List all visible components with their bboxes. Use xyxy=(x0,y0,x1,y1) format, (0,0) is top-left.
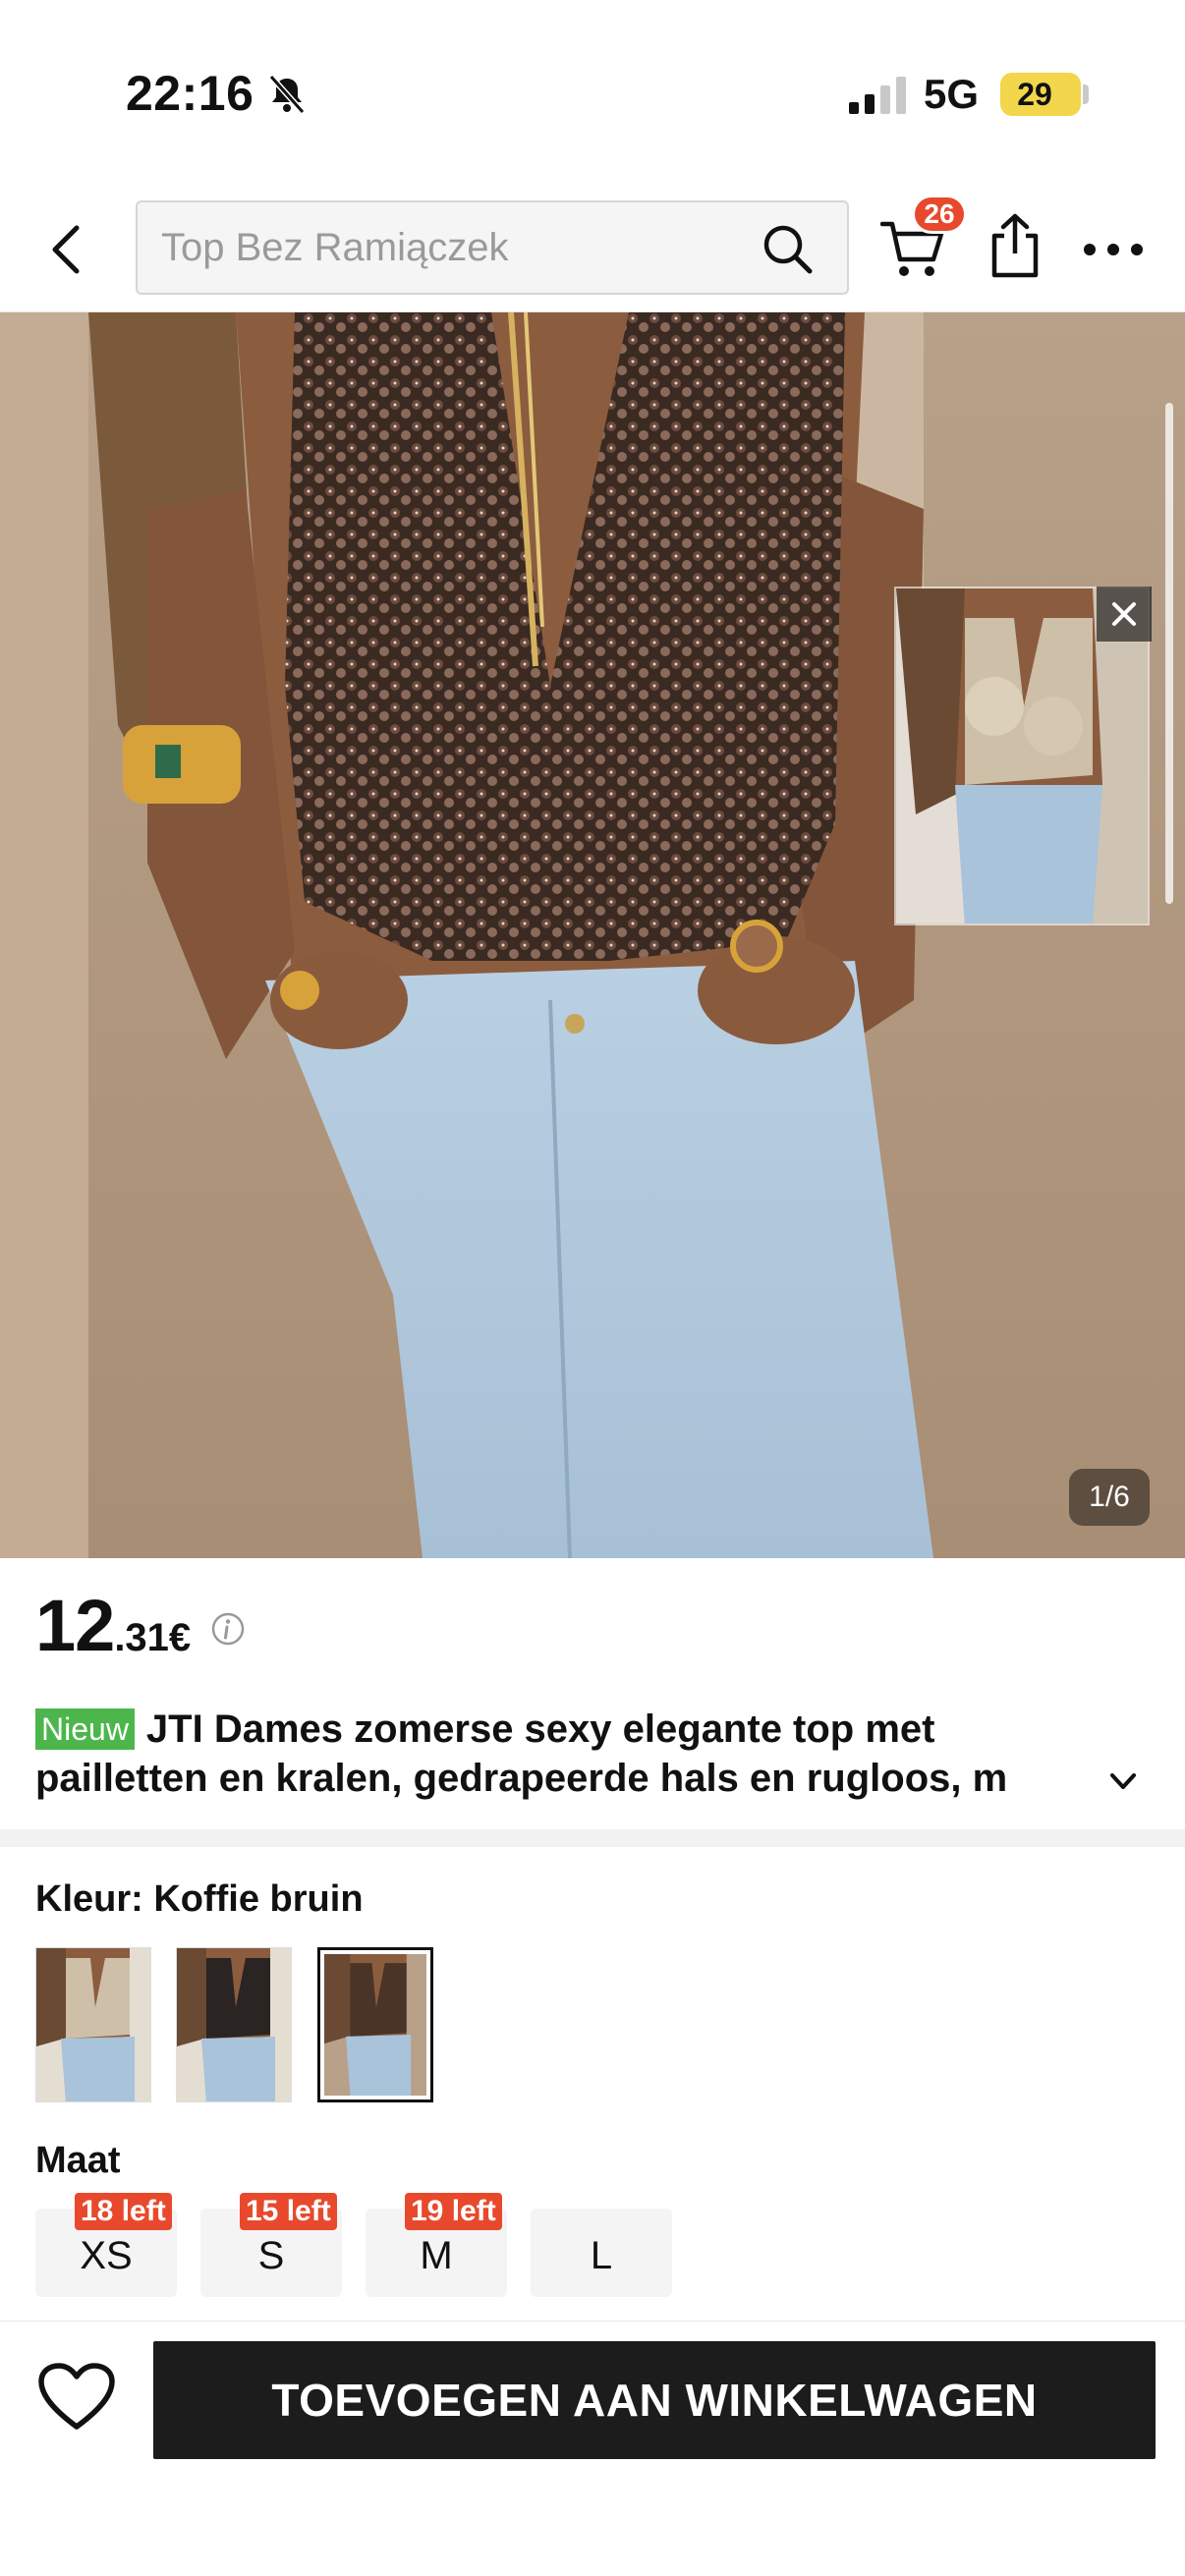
bell-slash-icon xyxy=(268,75,306,114)
size-label: Maat xyxy=(35,2140,121,2181)
status-time: 22:16 xyxy=(126,66,254,121)
chevron-down-icon[interactable] xyxy=(1104,1766,1142,1796)
search-icon[interactable] xyxy=(761,222,814,275)
colour-swatch-gold[interactable] xyxy=(35,1947,151,2102)
gallery-scrollbar xyxy=(1165,403,1173,904)
price: 12 .31€ xyxy=(35,1584,191,1667)
share-icon[interactable] xyxy=(987,212,1044,279)
info-icon[interactable] xyxy=(210,1611,246,1647)
new-badge: Nieuw xyxy=(35,1708,135,1750)
colour-swatch-coffee-brown[interactable] xyxy=(317,1947,433,2102)
battery-tip xyxy=(1083,84,1089,104)
more-icon[interactable] xyxy=(1081,238,1146,261)
add-to-cart-button[interactable]: TOEVOEGEN AAN WINKELWAGEN xyxy=(153,2341,1156,2459)
title-text-1: JTI Dames zomerse sexy elegante top met xyxy=(145,1708,935,1751)
colour-swatch-black[interactable] xyxy=(176,1947,292,2102)
product-image-gallery[interactable] xyxy=(0,312,1185,1558)
product-title[interactable]: Nieuw JTI Dames zomerse sexy elegante top… xyxy=(35,1705,1097,1803)
price-main: 12 xyxy=(35,1585,115,1666)
title-text-2: pailletten en kralen, gedrapeerde hals e… xyxy=(35,1757,1008,1800)
size-option-l[interactable]: L xyxy=(531,2209,672,2297)
cart-count-badge: 26 xyxy=(912,195,967,234)
stock-badge-xs: 18 left xyxy=(75,2193,172,2230)
network-type: 5G xyxy=(924,71,980,117)
section-divider xyxy=(0,1829,1185,1847)
heart-icon[interactable] xyxy=(37,2362,116,2433)
back-chevron-icon[interactable] xyxy=(39,218,98,281)
title-line-1: Nieuw JTI Dames zomerse sexy elegante top… xyxy=(35,1705,1097,1754)
battery-icon: 29 xyxy=(1000,73,1081,116)
search-input[interactable] xyxy=(161,202,751,293)
colour-label: Kleur: Koffie bruin xyxy=(35,1878,364,1920)
signal-icon xyxy=(849,77,906,114)
status-bar: 22:16 5G 29 xyxy=(0,0,1185,187)
top-nav: 26 xyxy=(0,187,1185,312)
battery-level: 29 xyxy=(1017,77,1052,112)
title-fade xyxy=(1022,1754,1091,1805)
stock-badge-m: 19 left xyxy=(405,2193,502,2230)
price-decimal: .31€ xyxy=(114,1616,192,1659)
search-bar[interactable] xyxy=(136,200,849,295)
gallery-page-indicator: 1/6 xyxy=(1069,1469,1150,1526)
stock-badge-s: 15 left xyxy=(240,2193,337,2230)
product-photo xyxy=(0,312,1185,1558)
close-icon[interactable] xyxy=(1097,587,1152,642)
